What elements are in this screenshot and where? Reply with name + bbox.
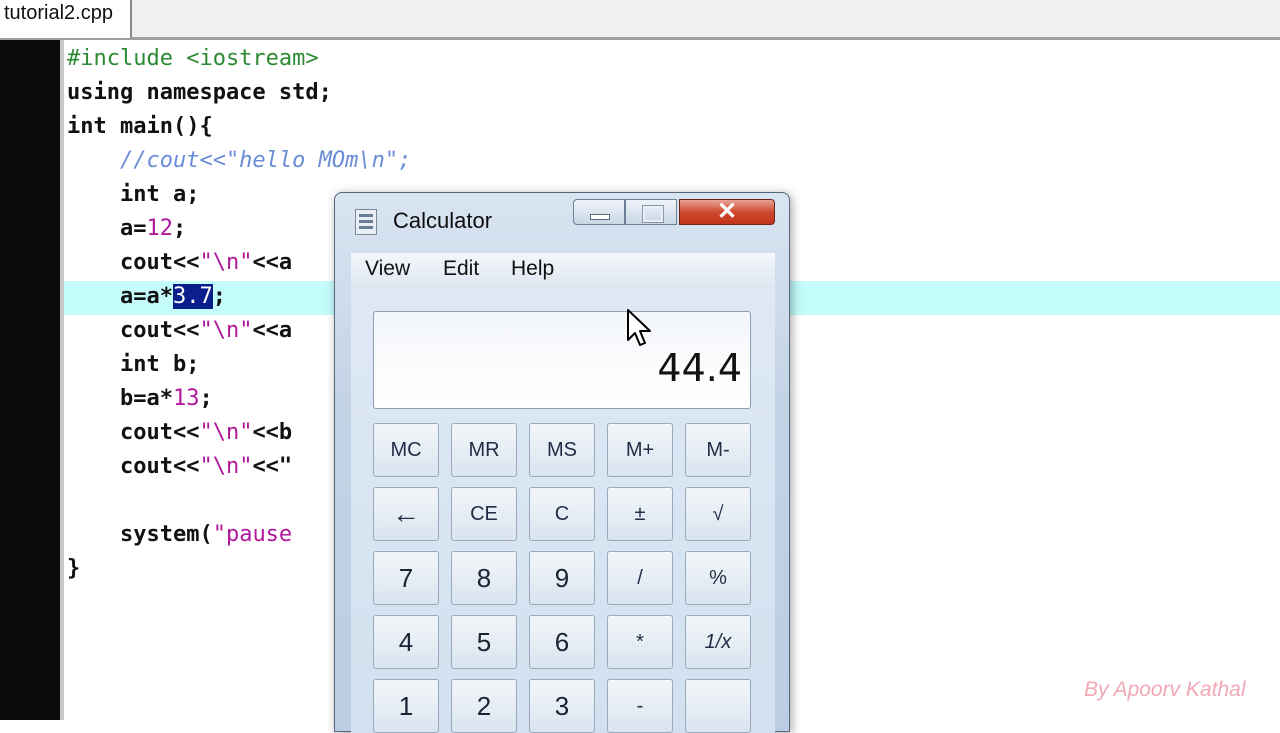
code-line-7[interactable]: cout<<"\n"<<a [67,246,292,280]
key-2[interactable]: 2 [451,679,517,733]
key-memory-clear[interactable]: MC [373,423,439,477]
code-line-1[interactable]: #include <iostream> [67,42,319,76]
code-text: cout<< [67,250,200,275]
minimize-button[interactable] [573,199,625,225]
code-line-6[interactable]: a=12; [67,212,186,246]
key-negate[interactable]: ± [607,487,673,541]
code-number: 13 [172,386,200,411]
code-line-3[interactable]: int main(){ [67,110,213,144]
code-string: "pause [212,522,293,547]
code-line-5[interactable]: int a; [67,178,199,212]
code-text: ; [172,216,187,241]
code-text: a= [67,216,147,241]
code-text: <<a [252,318,293,343]
key-subtract[interactable]: - [607,679,673,733]
tab-tutorial2-cpp[interactable]: tutorial2.cpp [0,0,132,38]
code-text: ; [199,386,213,411]
code-text: ; [212,284,226,309]
key-clear-entry[interactable]: CE [451,487,517,541]
key-8[interactable]: 8 [451,551,517,605]
code-line-16[interactable]: } [67,552,80,586]
calculator-app-icon [355,209,377,235]
key-equals[interactable] [685,679,751,733]
code-line-11[interactable]: b=a*13; [67,382,213,416]
code-text: cout<< [67,318,200,343]
key-1[interactable]: 1 [373,679,439,733]
key-memory-subtract[interactable]: M- [685,423,751,477]
key-clear[interactable]: C [529,487,595,541]
code-text: a=a* [67,284,173,309]
calculator-display: 44.4 [373,311,751,409]
code-line-2[interactable]: using namespace std; [67,76,332,110]
code-line-12[interactable]: cout<<"\n"<<b [67,416,292,450]
key-7[interactable]: 7 [373,551,439,605]
calculator-body: 44.4 MC MR MS M+ M- ← CE C ± √ 7 8 9 / %… [351,289,775,733]
key-memory-recall[interactable]: MR [451,423,517,477]
close-icon: ✕ [716,198,738,225]
code-line-4[interactable]: //cout<<"hello MOm\n"; [67,144,411,178]
selected-text[interactable]: 3.7 [172,284,213,309]
key-square-root[interactable]: √ [685,487,751,541]
maximize-icon [643,206,663,222]
maximize-button[interactable] [625,199,677,225]
code-text: } [67,556,81,581]
key-divide[interactable]: / [607,551,673,605]
code-line-13[interactable]: cout<<"\n"<<" [67,450,292,484]
code-text: system( [67,522,213,547]
code-text: cout<< [67,454,200,479]
code-comment: //cout<<"hello MOm\n"; [67,148,412,173]
key-multiply[interactable]: * [607,615,673,669]
key-memory-add[interactable]: M+ [607,423,673,477]
window-title: Calculator [393,208,493,233]
code-text: b=a* [67,386,173,411]
minimize-icon [590,214,610,220]
key-6[interactable]: 6 [529,615,595,669]
code-text: int main(){ [67,114,213,139]
key-9[interactable]: 9 [529,551,595,605]
key-reciprocal[interactable]: 1/x [685,615,751,669]
code-line-15[interactable]: system("pause [67,518,292,552]
key-backspace[interactable]: ← [373,487,439,541]
code-text: cout<< [67,420,200,445]
line-number-gutter [0,40,60,720]
key-memory-store[interactable]: MS [529,423,595,477]
key-3[interactable]: 3 [529,679,595,733]
code-string: "\n" [199,250,253,275]
mouse-pointer-icon [627,309,651,346]
code-string: "\n" [199,318,253,343]
code-line-10[interactable]: int b; [67,348,199,382]
calculator-window[interactable]: Calculator ✕ View Edit Help 44.4 MC MR M… [334,192,790,733]
code-text: <<b [252,420,293,445]
watermark-credit: By Apoorv Kathal [1084,678,1246,701]
key-4[interactable]: 4 [373,615,439,669]
menu-edit[interactable]: Edit [443,257,479,281]
menu-bar: View Edit Help [351,253,775,290]
code-text: int a; [67,182,200,207]
code-text: <<a [252,250,293,275]
code-text: <<" [252,454,293,479]
code-text: int b; [67,352,200,377]
preprocessor-directive: #include <iostream> [67,46,319,71]
menu-help[interactable]: Help [511,257,554,281]
code-string: "\n" [199,420,253,445]
tab-label: tutorial2.cpp [4,2,113,24]
close-button[interactable]: ✕ [679,199,775,225]
code-line-9[interactable]: cout<<"\n"<<a [67,314,292,348]
menu-view[interactable]: View [365,257,410,281]
key-5[interactable]: 5 [451,615,517,669]
code-number: 12 [146,216,173,241]
key-percent[interactable]: % [685,551,751,605]
code-line-8[interactable]: a=a*3.7; [67,280,226,314]
code-text: using namespace std; [67,80,332,105]
code-string: "\n" [199,454,253,479]
editor-tab-bar: tutorial2.cpp [0,0,1280,40]
display-value: 44.4 [657,346,742,390]
